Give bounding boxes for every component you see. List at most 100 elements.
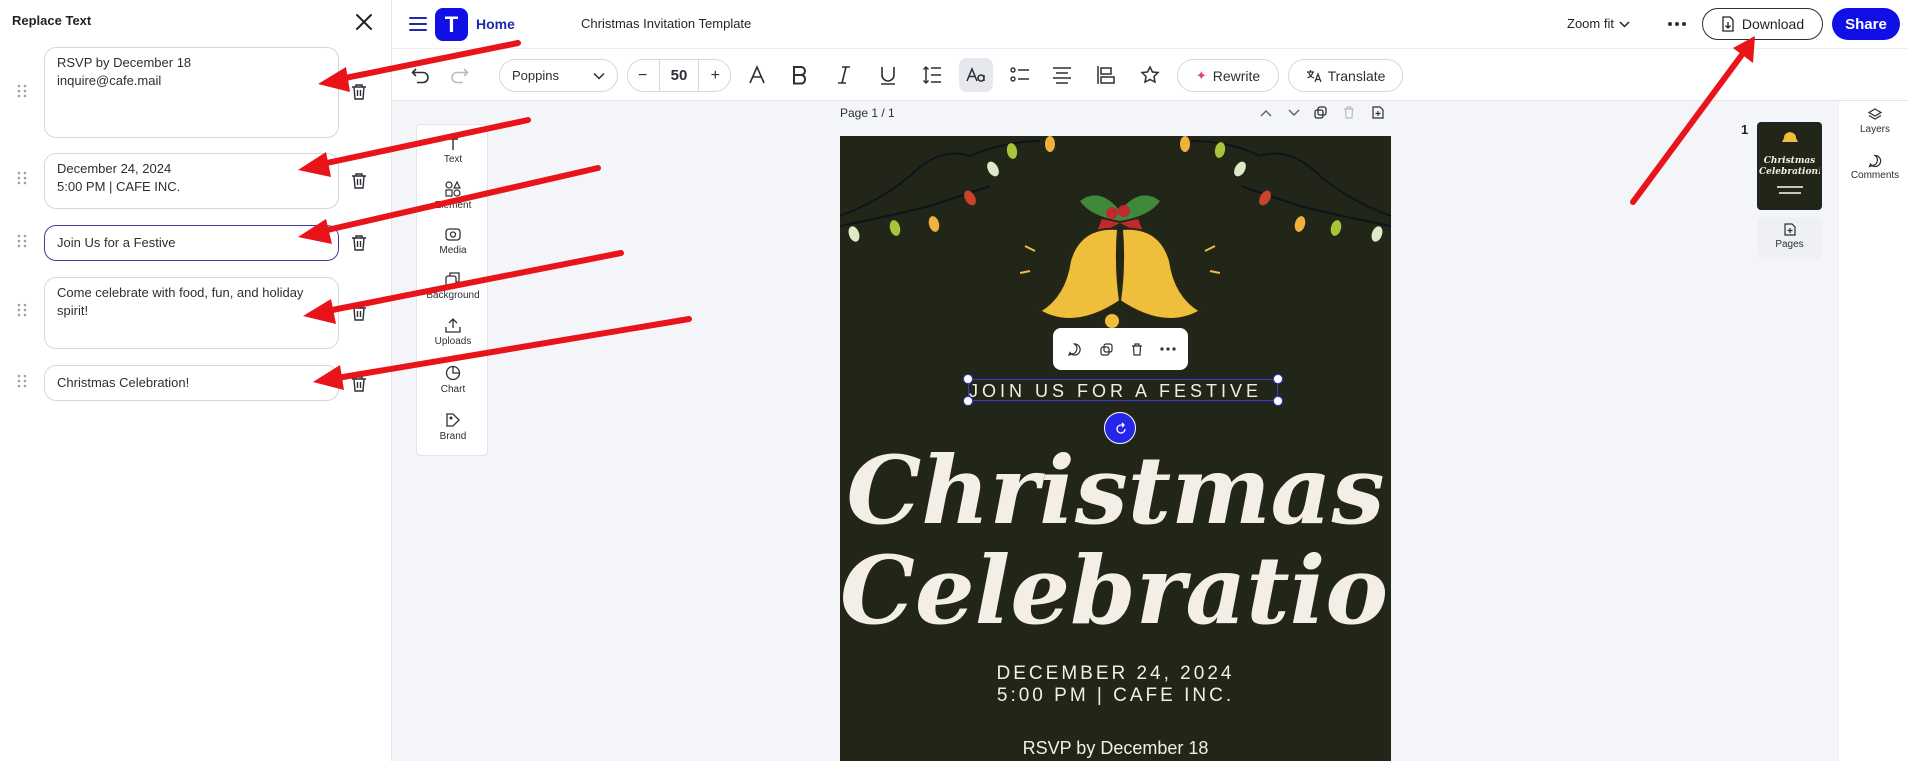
christmas-bells-illustration bbox=[1020, 195, 1220, 330]
trash-icon[interactable] bbox=[351, 234, 367, 252]
page-thumbnail[interactable]: Christmas Celebration! bbox=[1757, 122, 1822, 210]
italic-icon[interactable] bbox=[835, 65, 853, 85]
tagline-text[interactable]: JOIN US FOR A FESTIVE bbox=[840, 381, 1391, 402]
tool-text[interactable]: Text bbox=[417, 137, 489, 165]
drag-handle-icon[interactable] bbox=[16, 373, 28, 389]
move-page-down-icon[interactable] bbox=[1288, 108, 1300, 118]
chevron-down-icon bbox=[593, 72, 605, 80]
decrease-size-icon[interactable]: − bbox=[638, 67, 647, 85]
trash-icon[interactable] bbox=[351, 83, 367, 101]
tool-brand[interactable]: Brand bbox=[417, 412, 489, 442]
tool-media[interactable]: Media bbox=[417, 226, 489, 256]
drag-handle-icon[interactable] bbox=[16, 233, 28, 249]
replace-text-field[interactable]: Come celebrate with food, fun, and holid… bbox=[44, 277, 339, 349]
menu-icon[interactable] bbox=[408, 14, 428, 34]
add-page-icon[interactable] bbox=[1372, 106, 1384, 119]
rewrite-button[interactable]: ✦ Rewrite bbox=[1177, 59, 1279, 92]
replace-text-field[interactable]: RSVP by December 18 inquire@cafe.mail bbox=[44, 47, 339, 138]
drag-handle-icon[interactable] bbox=[16, 170, 28, 186]
more-options-icon[interactable] bbox=[1667, 17, 1687, 31]
tool-uploads[interactable]: Uploads bbox=[417, 317, 489, 347]
right-rail bbox=[1838, 101, 1908, 761]
replace-text-field[interactable]: Christmas Celebration! bbox=[44, 365, 339, 401]
download-icon bbox=[1722, 16, 1734, 32]
tool-background[interactable]: Background bbox=[417, 271, 489, 301]
thumbnail-detail-line bbox=[1777, 186, 1803, 188]
chevron-down-icon bbox=[1619, 20, 1630, 28]
replace-text-field[interactable]: December 24, 2024 5:00 PM | CAFE INC. bbox=[44, 153, 339, 209]
date-text[interactable]: DECEMBER 24, 2024 bbox=[840, 663, 1391, 685]
thumbnail-title-line-1: Christmas bbox=[1763, 156, 1816, 166]
more-options-icon[interactable] bbox=[1159, 346, 1177, 352]
panel-title: Replace Text bbox=[12, 13, 92, 28]
close-icon[interactable] bbox=[354, 12, 374, 32]
translate-icon bbox=[1306, 69, 1322, 82]
element-context-toolbar bbox=[1053, 328, 1188, 370]
position-icon[interactable] bbox=[1096, 65, 1116, 85]
layers-button[interactable]: Layers bbox=[1842, 108, 1908, 135]
rotate-icon bbox=[1116, 422, 1126, 434]
share-button[interactable]: Share bbox=[1832, 8, 1900, 40]
list-icon[interactable] bbox=[1010, 66, 1030, 84]
effects-icon[interactable] bbox=[1140, 65, 1160, 85]
delete-element-icon[interactable] bbox=[1131, 343, 1143, 356]
undo-icon[interactable] bbox=[411, 66, 431, 84]
font-family-select[interactable]: Poppins bbox=[499, 59, 618, 92]
zoom-dropdown[interactable]: Zoom fit bbox=[1567, 16, 1630, 31]
thumbnail-detail-line bbox=[1779, 192, 1801, 194]
font-size-value[interactable]: 50 bbox=[659, 59, 699, 92]
page-number: 1 bbox=[1741, 122, 1749, 137]
trash-icon[interactable] bbox=[351, 375, 367, 393]
app-logo[interactable]: T bbox=[435, 8, 468, 41]
translate-button[interactable]: Translate bbox=[1288, 59, 1403, 92]
title-line-2[interactable]: Celebration! bbox=[840, 536, 1391, 646]
trash-icon[interactable] bbox=[351, 172, 367, 190]
title-line-1[interactable]: Christmas bbox=[840, 436, 1391, 546]
move-page-up-icon[interactable] bbox=[1260, 108, 1272, 118]
pages-button[interactable]: Pages bbox=[1757, 217, 1822, 259]
time-place-text[interactable]: 5:00 PM | CAFE INC. bbox=[840, 685, 1391, 707]
text-style-button[interactable] bbox=[959, 58, 993, 92]
thumbnail-title: Christmas Celebration! bbox=[1759, 156, 1820, 178]
bold-icon[interactable] bbox=[791, 65, 809, 85]
comments-button[interactable]: Comments bbox=[1842, 154, 1908, 181]
rewrite-label: Rewrite bbox=[1212, 67, 1261, 84]
duplicate-page-icon[interactable] bbox=[1314, 106, 1327, 119]
tool-chart[interactable]: Chart bbox=[417, 365, 489, 395]
download-label: Download bbox=[1741, 16, 1805, 32]
translate-label: Translate bbox=[1327, 67, 1386, 84]
side-tools-panel: Text Element Media Background Uploads Ch… bbox=[416, 124, 488, 456]
download-button[interactable]: Download bbox=[1702, 8, 1823, 40]
thumbnail-title-line-2: Celebration! bbox=[1759, 167, 1822, 177]
comment-icon[interactable] bbox=[1068, 343, 1081, 356]
align-center-icon[interactable] bbox=[1052, 66, 1072, 84]
rsvp-text[interactable]: RSVP by December 18 bbox=[840, 738, 1391, 759]
media-icon bbox=[445, 228, 461, 241]
upload-icon bbox=[445, 318, 461, 333]
duplicate-icon[interactable] bbox=[1100, 343, 1113, 356]
page-indicator: Page 1 / 1 bbox=[840, 106, 895, 120]
increase-size-icon[interactable]: + bbox=[711, 67, 720, 85]
replace-text-panel: Replace Text RSVP by December 18 inquire… bbox=[0, 0, 392, 761]
text-color-icon[interactable] bbox=[747, 65, 767, 85]
replace-text-field-active[interactable]: Join Us for a Festive bbox=[44, 225, 339, 261]
drag-handle-icon[interactable] bbox=[16, 302, 28, 318]
text-case-icon bbox=[966, 67, 985, 82]
drag-handle-icon[interactable] bbox=[16, 83, 28, 99]
font-family-value: Poppins bbox=[512, 68, 559, 83]
pages-icon bbox=[1783, 223, 1796, 236]
background-icon bbox=[445, 272, 460, 287]
comment-icon bbox=[1868, 154, 1882, 168]
line-height-icon[interactable] bbox=[922, 65, 942, 85]
redo-icon[interactable] bbox=[449, 66, 469, 84]
trash-icon[interactable] bbox=[351, 304, 367, 322]
font-size-stepper[interactable]: − 50 + bbox=[627, 59, 731, 92]
delete-page-icon[interactable] bbox=[1343, 106, 1355, 119]
tool-element[interactable]: Element bbox=[417, 181, 489, 211]
document-title[interactable]: Christmas Invitation Template bbox=[581, 16, 751, 31]
home-link[interactable]: Home bbox=[476, 16, 515, 32]
element-icon bbox=[445, 181, 461, 197]
underline-icon[interactable] bbox=[879, 65, 897, 86]
design-page[interactable]: JOIN US FOR A FESTIVE Christmas Celebrat… bbox=[840, 136, 1391, 761]
brand-icon bbox=[446, 413, 460, 427]
